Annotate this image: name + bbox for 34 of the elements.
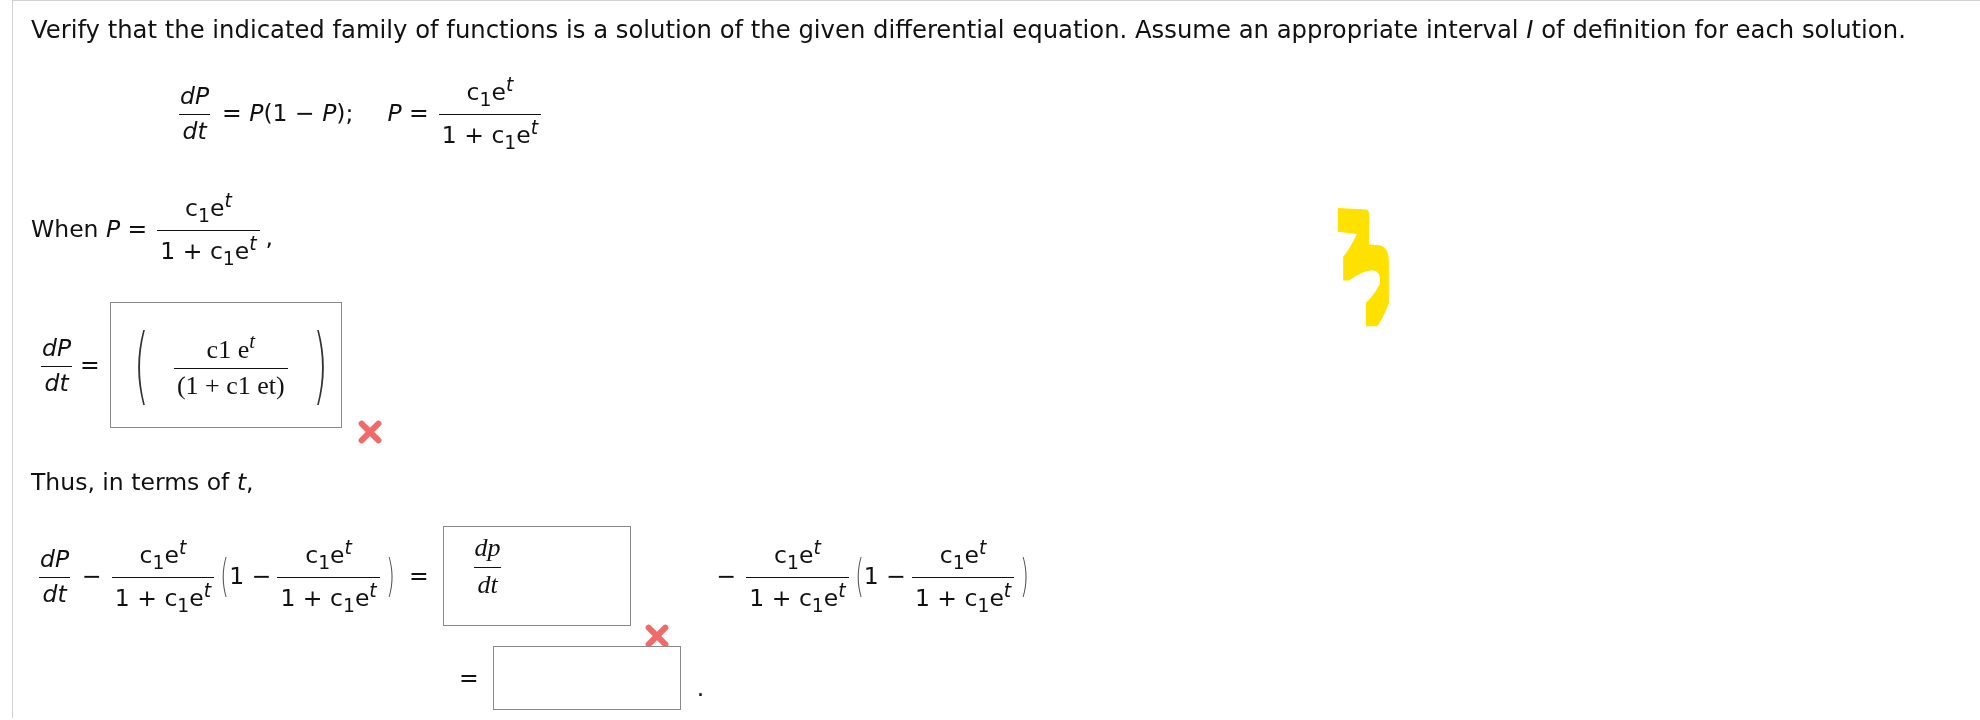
- equation-text: 1 −: [863, 562, 906, 591]
- comma: ,: [265, 223, 274, 252]
- when-text: When P =: [31, 215, 148, 244]
- fraction: c$_{1}$e$^{t}$ 1 + c$_{1}$e$^{t}$: [277, 537, 380, 616]
- fraction: c1 e$^{t}$ (1 + c1 et): [173, 328, 288, 402]
- fraction: dp dt: [473, 533, 502, 601]
- equals-sign: =: [408, 562, 429, 591]
- parenthesis: (: [854, 554, 864, 599]
- instructions: Verify that the indicated family of functions is a solution of the given differential equation. Assume an appropriate interval I of definition for each solution.: [31, 15, 1907, 44]
- fraction: c$_{1}$e$^{t}$ 1 + c$_{1}$e$^{t}$: [157, 190, 260, 269]
- answer-field[interactable]: ( c1 e$^{t}$ (1 + c1 et) ): [109, 302, 342, 429]
- fraction: dP dt: [178, 81, 211, 145]
- equals-sign: =: [459, 664, 479, 693]
- equation-text: = P(1 − P);: [222, 99, 354, 127]
- equation-text: 1 −: [229, 562, 272, 591]
- minus-sign: −: [82, 562, 102, 591]
- fraction: dP dt: [40, 333, 73, 397]
- equals-sign: =: [80, 351, 100, 380]
- equation-text: P =: [387, 99, 429, 127]
- parenthesis: (: [220, 554, 229, 599]
- parenthesis: ): [386, 554, 395, 599]
- period: .: [696, 674, 705, 703]
- fraction: c$_{1}$e$^{t}$ 1 + c$_{1}$e$^{t}$: [746, 537, 849, 616]
- fraction: c$_{1}$e$^{t}$ 1 + c$_{1}$e$^{t}$: [911, 537, 1015, 616]
- fraction: c$_{1}$e$^{t}$ 1 + c$_{1}$e$^{t}$: [111, 537, 215, 616]
- answer-field[interactable]: dp dt: [442, 526, 631, 627]
- fraction: dP dt: [38, 544, 71, 608]
- fraction: c$_{1}$e$^{t}$ 1 + c$_{1}$e$^{t}$: [438, 74, 542, 153]
- thus-text: Thus, in terms of t,: [31, 468, 255, 497]
- answer-field[interactable]: [492, 646, 681, 711]
- parenthesis: ): [313, 323, 328, 408]
- minus-sign: −: [716, 562, 737, 591]
- parenthesis: ): [1020, 554, 1030, 599]
- parenthesis: (: [133, 323, 149, 408]
